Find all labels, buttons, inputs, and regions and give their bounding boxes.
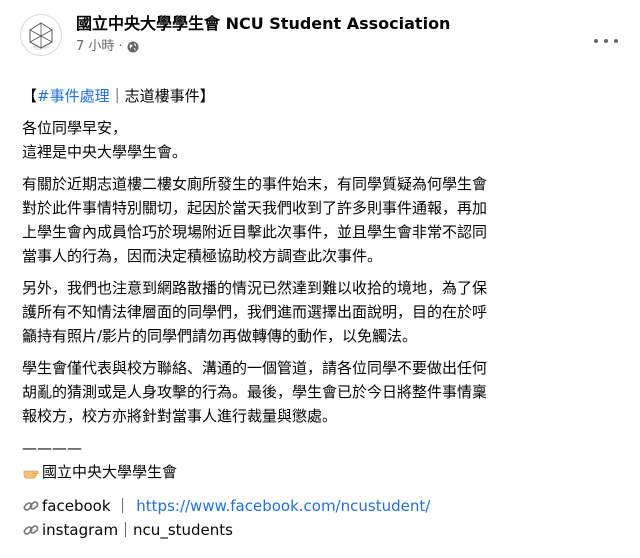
post-time[interactable]: 7 小時	[76, 38, 114, 56]
paragraph-line: 當事人的行為，因而決定積極協助校方調查此次事件。	[22, 247, 383, 265]
paragraph-3: 學生會僅代表與校方聯絡、溝通的一個管道，請各位同學不要做出任何 胡亂的猜測或是人…	[22, 356, 622, 428]
post-meta: 國立中央大學學生會 NCU Student Association 7 小時 ·	[76, 14, 450, 56]
paragraph-1: 有關於近期志道樓二樓女廁所發生的事件始末，有同學質疑為何學生會 對於此件事情特別…	[22, 172, 622, 268]
separator-dot: ·	[118, 39, 123, 54]
paragraph-line: 胡亂的猜測或是人身攻擊的行為。最後，學生會已於今日將整件事情稟	[22, 383, 488, 401]
more-options-icon[interactable]	[594, 35, 618, 47]
paragraph-line: 有關於近期志道樓二樓女廁所發生的事件始末，有同學質疑為何學生會	[22, 175, 488, 193]
paragraph-line: 學生會僅代表與校方聯絡、溝通的一個管道，請各位同學不要做出任何	[22, 359, 488, 377]
instagram-label: instagram｜ncu_students	[42, 521, 233, 539]
paragraph-line: 護所有不知情法律層面的同學們，我們進而選擇出面說明，目的在於呼	[22, 303, 488, 321]
facebook-url-link[interactable]: https://www.facebook.com/ncustudent/	[136, 494, 430, 518]
link-icon	[23, 525, 39, 535]
paragraph-line: 上學生會內成員恰巧於現場附近目擊此次事件，並且學生會非常不認同	[22, 223, 488, 241]
link-icon	[23, 501, 39, 511]
post-body: 【#事件處理｜志道樓事件】 各位同學早安， 這裡是中央大學學生會。 有關於近期志…	[22, 84, 622, 542]
facebook-line: facebook ｜ https://www.facebook.com/ncus…	[22, 494, 622, 518]
separator-line: ————	[22, 439, 82, 457]
paragraph-line: 各位同學早安，	[22, 119, 128, 137]
post-header: 國立中央大學學生會 NCU Student Association 7 小時 ·	[20, 14, 450, 56]
greeting-paragraph: 各位同學早安， 這裡是中央大學學生會。	[22, 116, 622, 164]
signature-line: 國立中央大學學生會	[22, 460, 622, 484]
title-bracket-open: 【	[22, 87, 38, 105]
avatar[interactable]	[20, 14, 62, 56]
page-name[interactable]: 國立中央大學學生會 NCU Student Association	[76, 14, 450, 34]
paragraph-line: 這裡是中央大學學生會。	[22, 143, 188, 161]
facebook-label: facebook ｜	[42, 497, 131, 515]
signature-text: 國立中央大學學生會	[42, 463, 178, 481]
paragraph-line: 另外，我們也注意到網路散播的情況已然達到難以收拾的境地，為了保	[22, 279, 488, 297]
paragraph-line: 對於此件事情特別關切，起因於當天我們收到了許多則事件通報，再加	[22, 199, 488, 217]
title-rest: ｜志道樓事件】	[109, 87, 215, 105]
pointing-hand-icon	[23, 470, 39, 479]
globe-icon[interactable]	[127, 41, 139, 53]
ncu-logo-icon	[29, 22, 53, 50]
instagram-line: instagram｜ncu_students	[22, 518, 622, 542]
paragraph-line: 報校方，校方亦將針對當事人進行裁量與懲處。	[22, 407, 338, 425]
paragraph-line: 籲持有照片/影片的同學們請勿再做轉傳的動作，以免觸法。	[22, 327, 418, 345]
paragraph-2: 另外，我們也注意到網路散播的情況已然達到難以收拾的境地，為了保 護所有不知情法律…	[22, 276, 622, 348]
post-card: 國立中央大學學生會 NCU Student Association 7 小時 ·…	[0, 0, 640, 558]
hashtag-link[interactable]: #事件處理	[37, 87, 110, 105]
post-subline: 7 小時 ·	[76, 38, 450, 56]
post-title: 【#事件處理｜志道樓事件】	[22, 84, 622, 108]
